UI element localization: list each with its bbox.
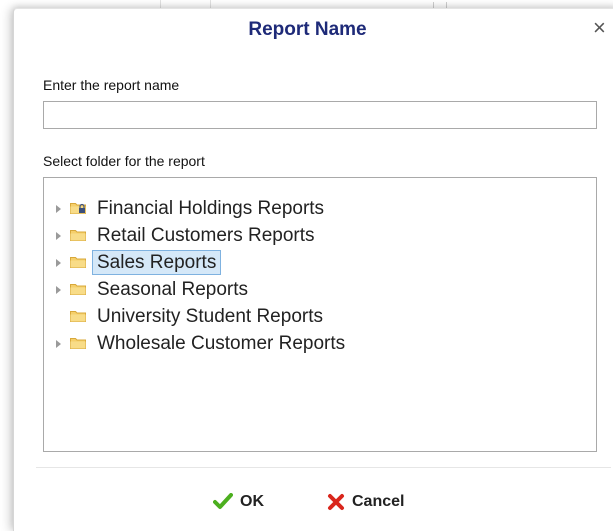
report-name-label: Enter the report name — [43, 77, 180, 93]
expand-arrow-icon[interactable] — [56, 259, 61, 267]
folder-icon — [70, 284, 86, 295]
footer-divider — [36, 467, 611, 468]
ok-button[interactable]: OK — [213, 489, 264, 515]
tree-item-label: Sales Reports — [92, 250, 222, 275]
tree-item[interactable]: Financial Holdings Reports — [50, 196, 590, 222]
expand-arrow-icon[interactable] — [56, 340, 61, 348]
locked-folder-icon — [70, 203, 86, 214]
tree-item[interactable]: Sales Reports — [50, 250, 590, 276]
expand-arrow-icon[interactable] — [56, 286, 61, 294]
tree-item[interactable]: Retail Customers Reports — [50, 223, 590, 249]
tree-item-label: Wholesale Customer Reports — [97, 333, 346, 354]
expand-arrow-icon[interactable] — [56, 232, 61, 240]
checkmark-icon — [213, 493, 233, 509]
folder-icon — [70, 230, 86, 241]
tree-item[interactable]: Seasonal Reports — [50, 277, 590, 303]
close-icon[interactable]: × — [593, 17, 606, 39]
report-name-dialog: Report Name × Enter the report name Sele… — [13, 8, 613, 531]
expand-arrow-icon[interactable] — [56, 205, 61, 213]
folder-tree[interactable]: Financial Holdings Reports Retail Custome… — [43, 177, 597, 452]
tree-item-label: Financial Holdings Reports — [97, 198, 325, 219]
folder-icon — [70, 338, 86, 349]
cancel-button-label: Cancel — [352, 493, 405, 510]
folder-icon — [70, 257, 86, 268]
report-name-input[interactable] — [43, 101, 597, 129]
dialog-title: Report Name — [248, 19, 367, 40]
cancel-button[interactable]: Cancel — [327, 489, 404, 515]
tree-item-label: Seasonal Reports — [97, 279, 249, 300]
folder-icon — [70, 311, 86, 322]
ok-button-label: OK — [240, 493, 264, 510]
tree-item[interactable]: Wholesale Customer Reports — [50, 331, 590, 357]
x-icon — [328, 494, 344, 510]
tree-item-label: Retail Customers Reports — [97, 225, 315, 246]
tree-item-label: University Student Reports — [97, 306, 323, 327]
folder-select-label: Select folder for the report — [43, 153, 205, 169]
tree-item[interactable]: University Student Reports — [50, 304, 590, 330]
